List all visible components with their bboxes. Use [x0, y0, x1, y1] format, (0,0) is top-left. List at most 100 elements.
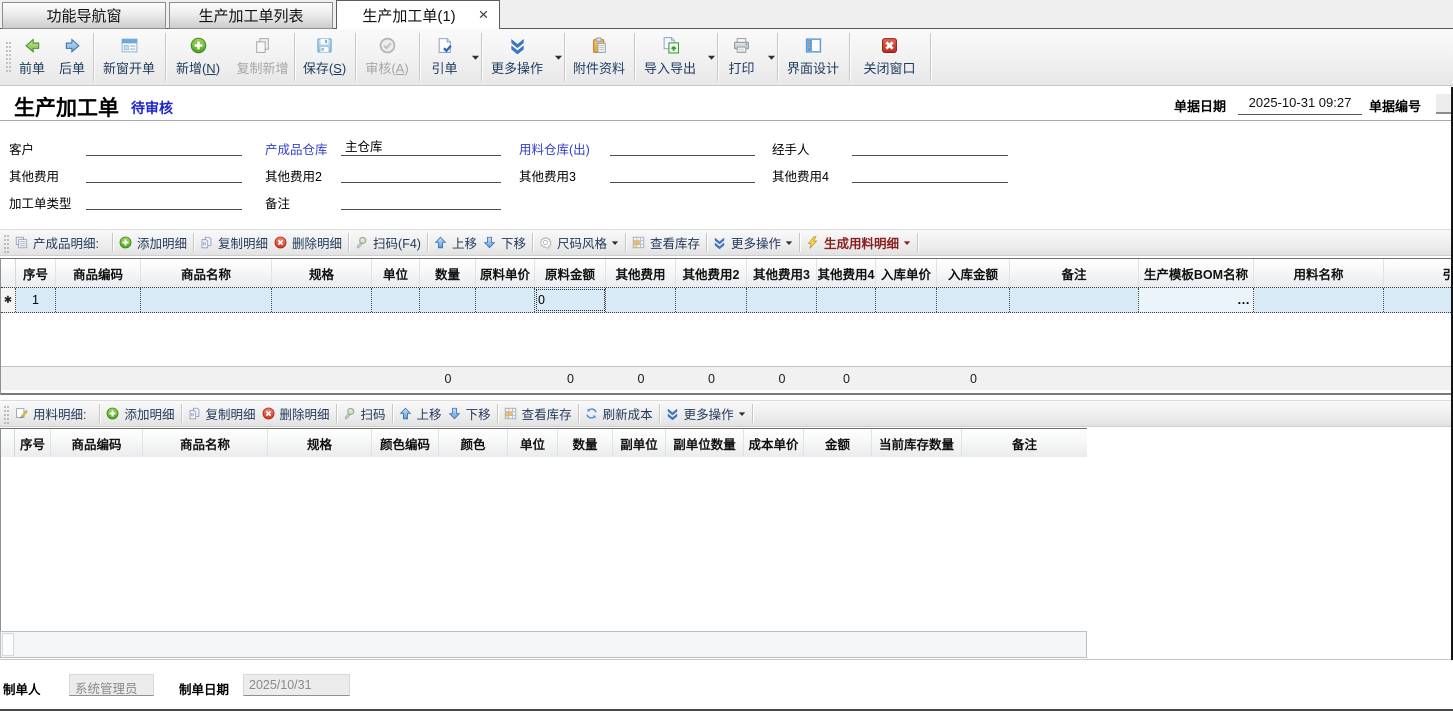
column-header[interactable]: 副单位: [613, 429, 666, 457]
column-header[interactable]: 备注: [962, 429, 1087, 457]
toolbar-button-ui_design[interactable]: 界面设计: [777, 29, 849, 85]
field-input[interactable]: [610, 163, 755, 183]
grid-cell-其他费用2[interactable]: [676, 288, 747, 312]
toolbar-button-plus_circle_green[interactable]: 新增(N): [165, 29, 231, 85]
grid-cell-备注[interactable]: [1010, 288, 1139, 312]
section-button-copy_pages_blue[interactable]: 复制明细: [197, 233, 271, 252]
section-dropdown-arrow[interactable]: [903, 239, 911, 247]
toolbar-dropdown-arrow[interactable]: [766, 29, 777, 85]
toolbar-button-double_chevron_down[interactable]: 更多操作: [481, 29, 553, 85]
section-button-arrow_up_blue[interactable]: 上移: [431, 233, 480, 252]
field-input[interactable]: [341, 190, 501, 210]
column-header[interactable]: 成本单价: [744, 429, 804, 457]
grid-cell-单位[interactable]: [372, 288, 420, 312]
field-input[interactable]: [86, 163, 242, 183]
grid-cell-规格[interactable]: [272, 288, 372, 312]
field-input[interactable]: [852, 136, 1008, 156]
column-header[interactable]: 其他费用: [606, 259, 676, 287]
column-header[interactable]: 颜色编码: [372, 429, 439, 457]
section-button-double_chevron_down[interactable]: 更多操作: [663, 404, 749, 423]
toolbar-dropdown-arrow[interactable]: [553, 29, 564, 85]
toolbar-button-arrow_left_green[interactable]: 前单: [13, 29, 51, 85]
column-header[interactable]: 单位: [508, 429, 558, 457]
bom-ellipsis-button[interactable]: …: [1237, 292, 1251, 307]
column-header[interactable]: 备注: [1010, 259, 1139, 287]
field-input[interactable]: 主仓库: [341, 136, 501, 156]
products-toolbar-grip[interactable]: [4, 235, 9, 253]
grid-cell-商品编码[interactable]: [56, 288, 141, 312]
grid-cell-原料金额[interactable]: 0: [535, 288, 606, 312]
column-header[interactable]: 序号: [15, 429, 51, 457]
column-header[interactable]: 引单数量: [1384, 259, 1453, 287]
section-button-refresh_blue[interactable]: 刷新成本: [582, 404, 656, 423]
section-button-plus_circle_green[interactable]: 添加明细: [116, 233, 190, 252]
column-header[interactable]: 生产模板BOM名称: [1139, 259, 1254, 287]
grid-cell-原料单价[interactable]: [476, 288, 535, 312]
column-header[interactable]: 当前库存数量: [872, 429, 962, 457]
column-header[interactable]: 单位: [372, 259, 420, 287]
grid-cell-其他费用4[interactable]: [817, 288, 876, 312]
section-button-arrow_down_blue[interactable]: 下移: [480, 233, 529, 252]
grid-cell-入库金额[interactable]: [937, 288, 1010, 312]
grid-data-row[interactable]: ✱10…: [1, 287, 1453, 313]
grid-cell-商品名称[interactable]: [141, 288, 272, 312]
tab-order-list[interactable]: 生产加工单列表: [169, 2, 333, 29]
toolbar-dropdown-arrow[interactable]: [470, 29, 481, 85]
tab-order-doc[interactable]: 生产加工单(1)×: [336, 0, 500, 29]
column-header[interactable]: 其他费用4: [817, 259, 876, 287]
toolbar-dropdown-arrow[interactable]: [706, 29, 717, 85]
column-header[interactable]: 规格: [268, 429, 372, 457]
section-button-table_orange[interactable]: 查看库存: [629, 233, 703, 252]
toolbar-button-printer[interactable]: 打印: [717, 29, 766, 85]
section-button-double_chevron_down[interactable]: 更多操作: [710, 233, 796, 252]
column-header[interactable]: 其他费用3: [747, 259, 817, 287]
column-header[interactable]: 商品名称: [143, 429, 268, 457]
toolbar-button-clipboard[interactable]: 附件资料: [564, 29, 634, 85]
tab-nav-window[interactable]: 功能导航窗: [2, 2, 166, 29]
toolbar-button-import_export[interactable]: 导入导出: [634, 29, 706, 85]
column-header[interactable]: 规格: [272, 259, 372, 287]
create-date-input[interactable]: 2025/10/31: [243, 674, 350, 696]
field-input[interactable]: [341, 163, 501, 183]
section-button-scan_magnifier[interactable]: 扫码(F4): [352, 233, 424, 252]
section-button-lightning_yellow[interactable]: 生成用料明细: [803, 233, 914, 252]
grid-cell-序号[interactable]: 1: [16, 288, 56, 312]
section-button-gear_gray[interactable]: 尺码风格: [536, 233, 622, 252]
creator-input[interactable]: 系统管理员: [69, 674, 154, 696]
section-button-arrow_up_blue[interactable]: 上移: [396, 404, 445, 423]
doc-date-input[interactable]: 2025-10-31 09:27: [1238, 95, 1362, 115]
grid-cell-其他费用3[interactable]: [747, 288, 817, 312]
section-button-delete_circle_red[interactable]: 删除明细: [271, 233, 345, 252]
materials-toolbar-grip[interactable]: [4, 406, 9, 424]
column-header[interactable]: 用料名称: [1254, 259, 1384, 287]
section-button-delete_circle_red[interactable]: 删除明细: [259, 404, 333, 423]
toolbar-button-arrow_right_blue[interactable]: 后单: [51, 29, 93, 85]
grid-cell-入库单价[interactable]: [876, 288, 937, 312]
grid-cell-其他费用[interactable]: [606, 288, 676, 312]
section-button-copy_pages_blue[interactable]: 复制明细: [185, 404, 259, 423]
section-button-table_orange[interactable]: 查看库存: [501, 404, 575, 423]
toolbar-button-close_window_red[interactable]: 关闭窗口: [849, 29, 930, 85]
column-header[interactable]: 入库单价: [876, 259, 937, 287]
column-header[interactable]: 数量: [558, 429, 613, 457]
field-input[interactable]: [852, 163, 1008, 183]
column-header[interactable]: 原料金额: [535, 259, 606, 287]
tab-close-icon[interactable]: ×: [475, 6, 492, 24]
grid-cell-引单数量[interactable]: [1384, 288, 1453, 312]
column-header[interactable]: 颜色: [439, 429, 508, 457]
field-input[interactable]: [86, 190, 242, 210]
column-header[interactable]: 入库金额: [937, 259, 1010, 287]
section-dropdown-arrow[interactable]: [611, 239, 619, 247]
column-header[interactable]: 其他费用2: [676, 259, 747, 287]
section-button-scan_magnifier[interactable]: 扫码: [340, 404, 389, 423]
column-header[interactable]: 商品名称: [141, 259, 272, 287]
grid-cell-生产模板BOM名称[interactable]: …: [1139, 288, 1254, 312]
column-header[interactable]: 金额: [804, 429, 872, 457]
grid-cell-数量[interactable]: [420, 288, 476, 312]
column-header[interactable]: 商品编码: [51, 429, 143, 457]
column-header[interactable]: 数量: [420, 259, 476, 287]
section-dropdown-arrow[interactable]: [738, 410, 746, 418]
field-input[interactable]: [610, 136, 755, 156]
toolbar-button-floppy_disk[interactable]: 保存(S): [294, 29, 355, 85]
section-button-arrow_down_blue[interactable]: 下移: [445, 404, 494, 423]
